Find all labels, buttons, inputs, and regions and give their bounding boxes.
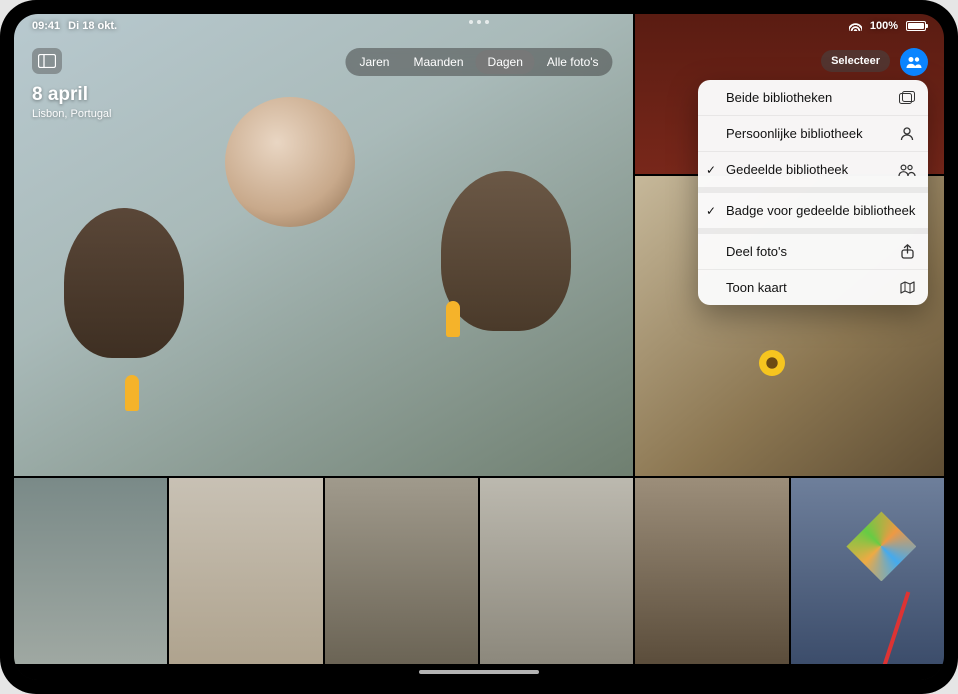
share-icon (898, 244, 916, 259)
checkmark-icon: ✓ (706, 163, 716, 177)
ipad-frame: 09:41 Di 18 okt. 100% (0, 0, 958, 694)
view-segmented-control[interactable]: Jaren Maanden Dagen Alle foto's (345, 48, 612, 76)
photo-thumb[interactable] (325, 478, 478, 664)
menu-label: Toon kaart (726, 280, 787, 295)
photo-thumb[interactable] (635, 478, 788, 664)
wifi-icon (849, 21, 862, 31)
header-date: 8 april (32, 84, 112, 106)
photo-thumb[interactable] (169, 478, 322, 664)
photo-thumb[interactable] (791, 478, 944, 664)
checkmark-icon: ✓ (706, 204, 716, 218)
select-button[interactable]: Selecteer (821, 50, 890, 72)
sidebar-toggle-button[interactable] (32, 48, 62, 74)
segment-years[interactable]: Jaren (347, 50, 401, 74)
segment-months[interactable]: Maanden (401, 50, 475, 74)
menu-item-show-map[interactable]: Toon kaart (698, 269, 928, 305)
header-title-block: 8 april Lisbon, Portugal (32, 84, 112, 120)
menu-label: Gedeelde bibliotheek (726, 162, 848, 177)
menu-label: Persoonlijke bibliotheek (726, 126, 863, 141)
people-icon (906, 56, 922, 68)
battery-percent: 100% (870, 20, 898, 32)
sidebar-icon (38, 54, 56, 68)
home-indicator[interactable] (419, 670, 539, 674)
segment-all[interactable]: Alle foto's (535, 50, 611, 74)
people-outline-icon (898, 164, 916, 176)
status-time: 09:41 (32, 20, 60, 32)
segment-days[interactable]: Dagen (476, 50, 535, 74)
battery-icon (906, 21, 926, 31)
photo-thumb[interactable] (14, 478, 167, 664)
menu-item-shared-badge[interactable]: ✓ Badge voor gedeelde bibliotheek (698, 193, 928, 228)
library-filter-menu: Beide bibliotheken Persoonlijke biblioth… (698, 80, 928, 305)
status-date: Di 18 okt. (68, 20, 117, 32)
menu-item-share-photos[interactable]: Deel foto's (698, 234, 928, 269)
menu-item-personal-library[interactable]: Persoonlijke bibliotheek (698, 115, 928, 151)
screen: 09:41 Di 18 okt. 100% (14, 14, 944, 680)
photo-thumb[interactable] (480, 478, 633, 664)
menu-label: Beide bibliotheken (726, 90, 832, 105)
menu-item-shared-library[interactable]: ✓ Gedeelde bibliotheek (698, 151, 928, 187)
menu-label: Deel foto's (726, 244, 787, 259)
library-filter-button[interactable] (900, 48, 928, 76)
menu-label: Badge voor gedeelde bibliotheek (726, 203, 915, 218)
menu-item-both-libraries[interactable]: Beide bibliotheken (698, 80, 928, 115)
multitask-dots-icon[interactable] (469, 20, 489, 24)
both-libraries-icon (898, 91, 916, 105)
person-icon (898, 127, 916, 141)
map-icon (898, 281, 916, 294)
header-location: Lisbon, Portugal (32, 108, 112, 120)
status-bar: 09:41 Di 18 okt. 100% (14, 14, 944, 38)
